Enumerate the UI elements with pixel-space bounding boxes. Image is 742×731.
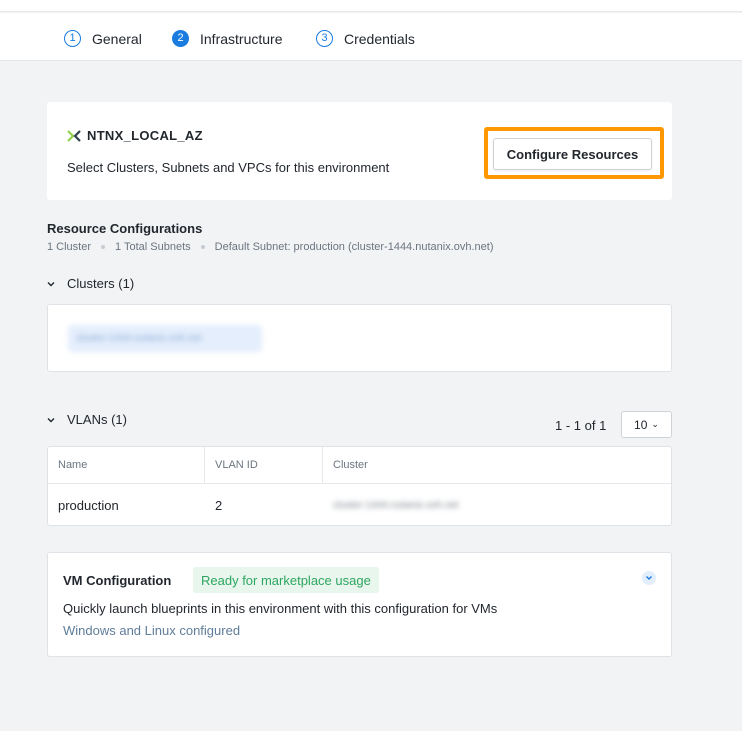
step-number: 3 (316, 30, 333, 47)
cell-cluster: cluster-1444.nutanix.ovh.net (323, 484, 671, 526)
column-header-name[interactable]: Name (48, 447, 205, 484)
cell-vlan-id: 2 (215, 497, 223, 513)
meta-default-subnet: Default Subnet: production (cluster-1444… (214, 241, 494, 253)
nutanix-x-icon (67, 129, 81, 142)
meta-separator (101, 245, 106, 249)
meta-separator (200, 245, 205, 249)
chevron-down-icon (47, 417, 57, 423)
status-badge: Ready for marketplace usage (193, 567, 379, 593)
account-title: NTNX_LOCAL_AZ (67, 128, 203, 143)
column-header-vlan-id[interactable]: VLAN ID (205, 447, 323, 484)
chevron-down-icon: ⌄ (651, 419, 659, 429)
vm-configuration-card: VM Configuration Ready for marketplace u… (47, 552, 672, 657)
chevron-down-icon (646, 576, 652, 580)
step-infrastructure[interactable]: 2 Infrastructure (172, 30, 282, 47)
cell-name: production (58, 497, 119, 513)
clusters-panel: cluster-1444.nutanix.ovh.net (47, 304, 672, 372)
vlans-table: Name VLAN ID Cluster production 2 cluste… (47, 446, 672, 526)
account-name: NTNX_LOCAL_AZ (87, 128, 203, 143)
cluster-chip[interactable]: cluster-1444.nutanix.ovh.net (68, 325, 262, 352)
vlans-heading: VLANs (1) (67, 412, 127, 427)
clusters-toggle[interactable]: Clusters (1) (47, 276, 134, 291)
step-general[interactable]: 1 General (64, 30, 142, 47)
page-size-select[interactable]: 10 ⌄ (621, 411, 672, 438)
wizard-steps: 1 General 2 Infrastructure 3 Credentials (0, 13, 742, 61)
step-number: 2 (172, 30, 189, 47)
step-number: 1 (64, 30, 81, 47)
chevron-down-icon (47, 281, 57, 287)
resource-configurations-title: Resource Configurations (47, 221, 203, 236)
pagination-info: 1 - 1 of 1 (555, 418, 607, 433)
column-header-cluster[interactable]: Cluster (323, 447, 671, 484)
top-bar (0, 0, 742, 12)
account-description: Select Clusters, Subnets and VPCs for th… (67, 160, 390, 175)
meta-subnet-count: 1 Total Subnets (115, 241, 191, 253)
expand-toggle[interactable] (642, 571, 656, 585)
page-size-value: 10 (634, 417, 648, 432)
vm-configuration-status: Windows and Linux configured (63, 623, 241, 638)
meta-cluster-count: 1 Cluster (47, 241, 92, 253)
step-label: Credentials (344, 30, 415, 47)
clusters-heading: Clusters (1) (67, 276, 135, 291)
resource-configurations-meta: 1 Cluster 1 Total Subnets Default Subnet… (47, 241, 494, 253)
cell-cluster-value: cluster-1444.nutanix.ovh.net (333, 499, 459, 511)
step-label: General (92, 30, 142, 47)
vm-configuration-description: Quickly launch blueprints in this enviro… (63, 601, 498, 616)
configure-resources-button[interactable]: Configure Resources (493, 138, 652, 170)
account-card: NTNX_LOCAL_AZ Select Clusters, Subnets a… (47, 102, 672, 200)
step-label: Infrastructure (200, 30, 283, 47)
vlans-toggle[interactable]: VLANs (1) (47, 412, 127, 427)
step-credentials[interactable]: 3 Credentials (316, 30, 415, 47)
vm-configuration-title: VM Configuration (63, 573, 172, 588)
